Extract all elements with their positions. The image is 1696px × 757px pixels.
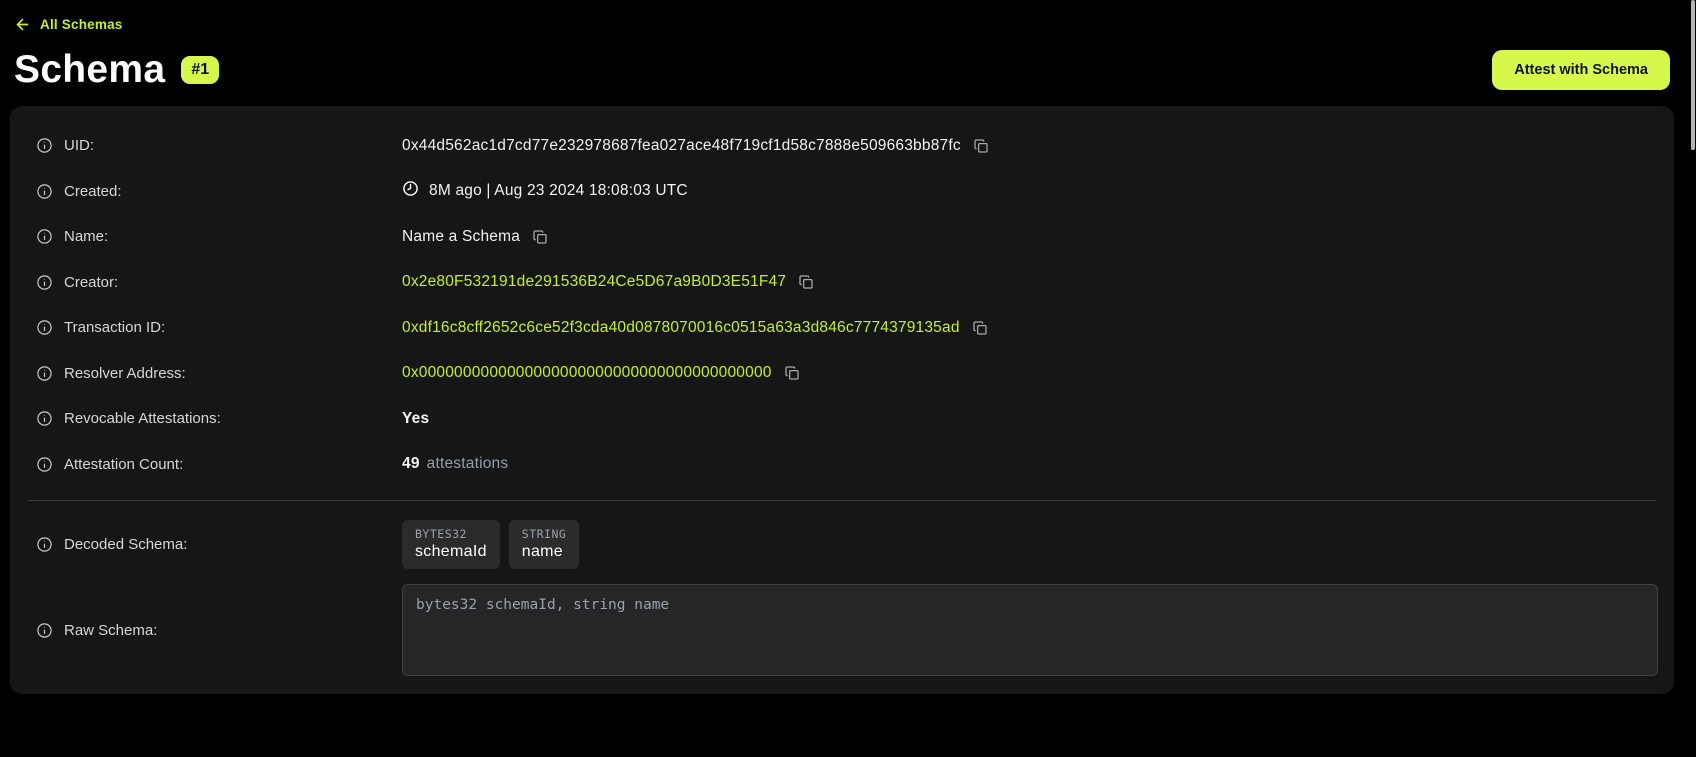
- field-type: BYTES32: [415, 527, 487, 541]
- row-revocable-attestations: Revocable Attestations: Yes: [26, 396, 1658, 442]
- info-icon[interactable]: [36, 456, 53, 473]
- info-icon[interactable]: [36, 137, 53, 154]
- field-type: STRING: [522, 527, 567, 541]
- copy-icon[interactable]: [798, 274, 814, 290]
- row-decoded-schema: Decoded Schema: BYTES32 schemaId STRING …: [26, 514, 1658, 574]
- row-created: Created: 8M ago | Aug 23 2024 18:08:03 U…: [26, 169, 1658, 215]
- raw-schema-textarea[interactable]: bytes32 schemaId, string name: [402, 584, 1658, 676]
- row-raw-schema: Raw Schema: bytes32 schemaId, string nam…: [26, 584, 1658, 676]
- field-name: name: [522, 543, 567, 561]
- transaction-id-link[interactable]: 0xdf16c8cff2652c6ce52f3cda40d0878070016c…: [402, 319, 960, 337]
- info-icon[interactable]: [36, 319, 53, 336]
- decoded-schema-fields: BYTES32 schemaId STRING name: [402, 520, 579, 569]
- schema-details-card: UID: 0x44d562ac1d7cd77e232978687fea027ac…: [10, 106, 1674, 694]
- divider: [28, 500, 1656, 501]
- info-icon[interactable]: [36, 183, 53, 200]
- arrow-left-icon: [14, 16, 31, 33]
- revocable-value: Yes: [402, 410, 429, 428]
- row-label-text: Creator:: [64, 274, 118, 291]
- uid-value: 0x44d562ac1d7cd77e232978687fea027ace48f7…: [402, 137, 961, 155]
- copy-icon[interactable]: [784, 365, 800, 381]
- page-header: All Schemas Schema #1 Attest with Schema: [0, 0, 1696, 106]
- schema-field-chip: BYTES32 schemaId: [402, 520, 500, 569]
- name-value: Name a Schema: [402, 228, 520, 246]
- page-title: Schema: [14, 48, 165, 92]
- info-icon[interactable]: [36, 410, 53, 427]
- schema-number-badge: #1: [181, 56, 219, 84]
- row-label-text: Raw Schema:: [64, 622, 157, 639]
- info-icon[interactable]: [36, 622, 53, 639]
- info-icon[interactable]: [36, 536, 53, 553]
- row-label-text: Transaction ID:: [64, 319, 165, 336]
- row-label-text: Resolver Address:: [64, 365, 186, 382]
- row-label-text: Name:: [64, 228, 108, 245]
- field-name: schemaId: [415, 543, 487, 561]
- row-label-text: Created:: [64, 183, 122, 200]
- info-icon[interactable]: [36, 365, 53, 382]
- info-icon[interactable]: [36, 274, 53, 291]
- resolver-address-link[interactable]: 0x00000000000000000000000000000000000000…: [402, 364, 772, 382]
- attestation-count-value: 49: [402, 455, 420, 473]
- back-link-label: All Schemas: [40, 17, 123, 32]
- schema-field-chip: STRING name: [509, 520, 580, 569]
- row-name: Name: Name a Schema: [26, 214, 1658, 260]
- attest-with-schema-button[interactable]: Attest with Schema: [1492, 50, 1670, 90]
- attestations-link[interactable]: attestations: [427, 455, 509, 473]
- info-icon[interactable]: [36, 228, 53, 245]
- row-label-text: Attestation Count:: [64, 456, 183, 473]
- vertical-scrollbar[interactable]: [1691, 0, 1695, 150]
- row-creator: Creator: 0x2e80F532191de291536B24Ce5D67a…: [26, 260, 1658, 306]
- clock-icon: [402, 180, 419, 202]
- row-label-text: Revocable Attestations:: [64, 410, 221, 427]
- copy-icon[interactable]: [972, 320, 988, 336]
- creator-address-link[interactable]: 0x2e80F532191de291536B24Ce5D67a9B0D3E51F…: [402, 273, 786, 291]
- copy-icon[interactable]: [973, 138, 989, 154]
- row-uid: UID: 0x44d562ac1d7cd77e232978687fea027ac…: [26, 123, 1658, 169]
- copy-icon[interactable]: [532, 229, 548, 245]
- back-to-all-schemas-link[interactable]: All Schemas: [14, 16, 123, 33]
- created-value: 8M ago | Aug 23 2024 18:08:03 UTC: [429, 182, 688, 200]
- row-resolver-address: Resolver Address: 0x00000000000000000000…: [26, 351, 1658, 397]
- row-label-text: UID:: [64, 137, 94, 154]
- row-label-text: Decoded Schema:: [64, 536, 187, 553]
- row-transaction-id: Transaction ID: 0xdf16c8cff2652c6ce52f3c…: [26, 305, 1658, 351]
- row-attestation-count: Attestation Count: 49 attestations: [26, 442, 1658, 488]
